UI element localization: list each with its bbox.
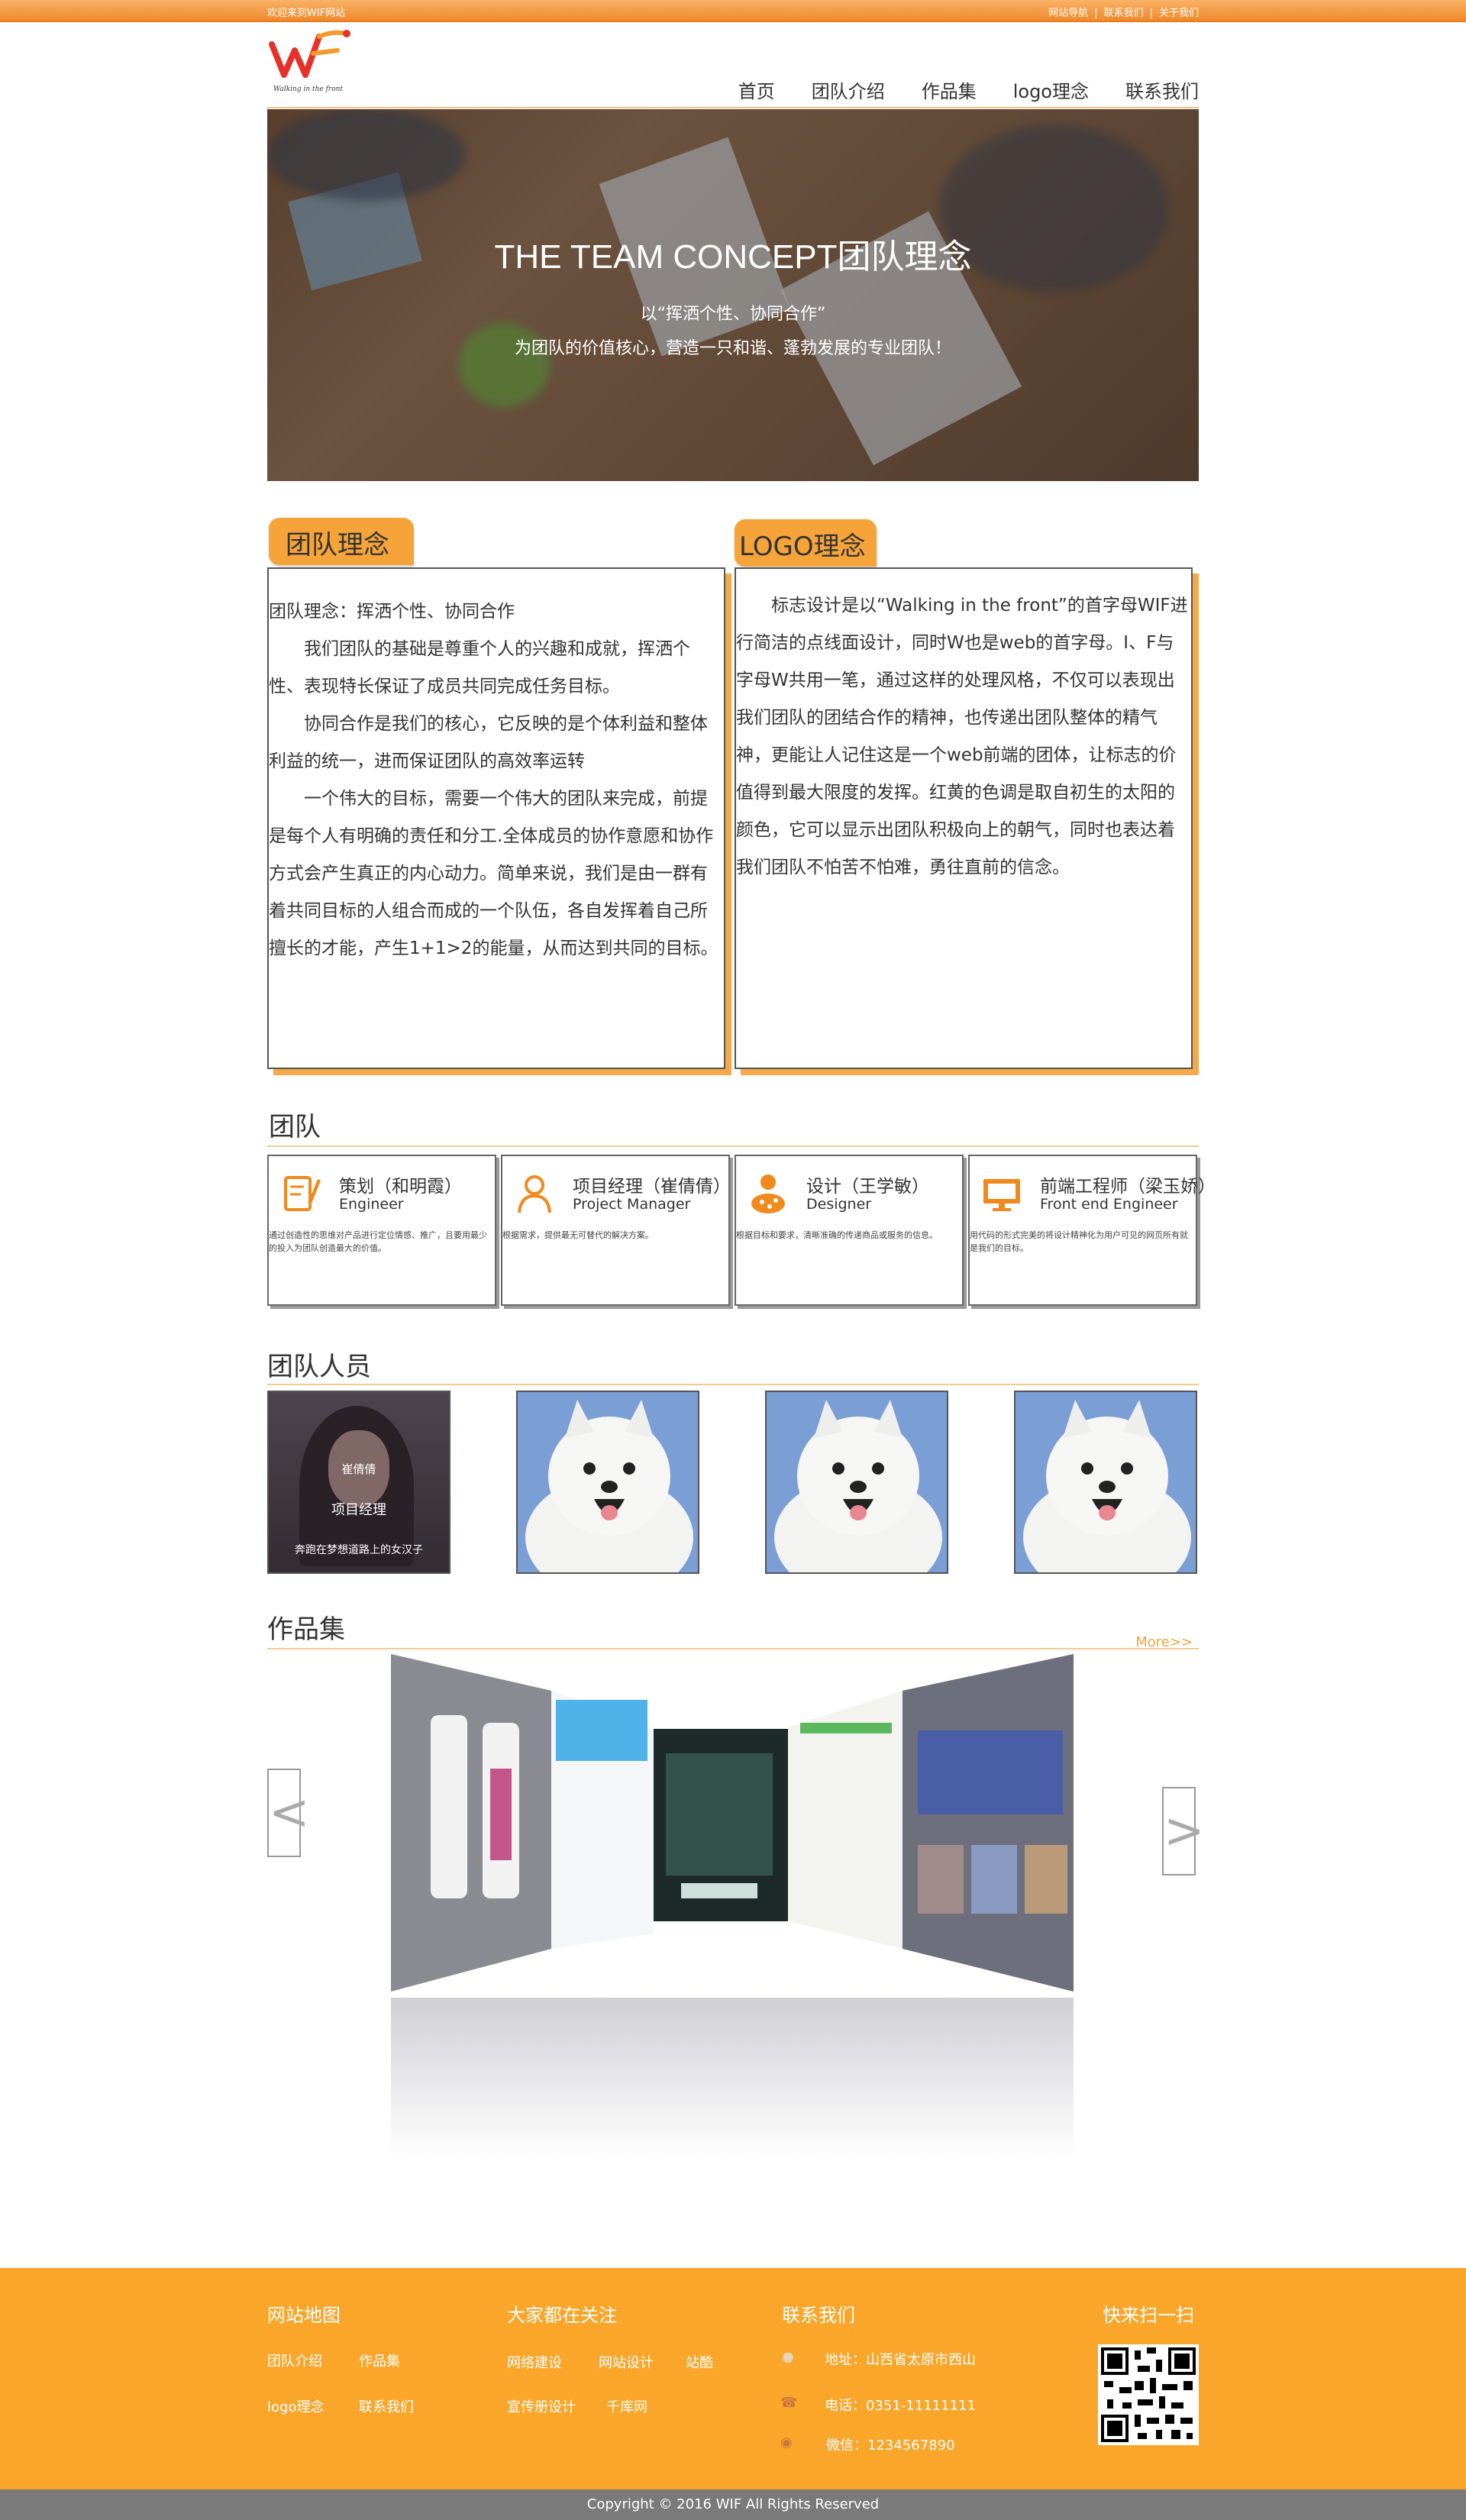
carousel-images [391,1654,1074,1992]
footer-link[interactable]: 作品集 [359,2350,400,2370]
works-heading: 作品集 [267,1614,345,1645]
nav-contact[interactable]: 联系我们 [1125,76,1199,103]
dog-photo [518,1392,698,1572]
logo-concept-box: 标志设计是以“Walking in the front”的首字母WIF进行简洁的… [735,567,1193,1069]
contact-link[interactable]: 联系我们 [1104,8,1144,19]
concept-paragraph: 我们团队的基础是尊重个人的兴趣和成就，挥洒个性、表现特长保证了成员共同完成任务目… [269,639,690,696]
top-links: 网站导航 | 联系我们 | 关于我们 [1048,8,1199,19]
hero-line-1: 以“挥洒个性、协同合作” [640,305,826,324]
monitor-icon [983,1179,1020,1211]
copyright: Copyright © 2016 WIF All Rights Reserved [0,2489,1466,2520]
concept-paragraph: 一个伟大的目标，需要一个伟大的团队来完成，前提是每个人有明确的责任和分工.全体成… [269,789,718,958]
role-en: Designer [806,1196,872,1213]
member-name: 崔倩倩 [341,1462,376,1476]
footer: 网站地图 团队介绍 作品集 logo理念 联系我们 大家都在关注 网络建设 网站… [0,2268,1466,2489]
role-card[interactable]: 项目经理（崔倩倩） Project Manager 根据需求，提供最无可替代的解… [501,1155,731,1306]
qr-code [1098,2344,1199,2445]
dog-photo [767,1392,947,1572]
top-bar: 欢迎来到WIF网站 网站导航 | 联系我们 | 关于我们 [0,0,1466,22]
footer-link[interactable]: logo理念 [267,2396,324,2416]
nav-works[interactable]: 作品集 [922,76,977,103]
carousel-reflection [391,1998,1074,2158]
logo-concept-text: 标志设计是以“Walking in the front”的首字母WIF进行简洁的… [736,596,1188,877]
main-nav: 首页 团队介绍 作品集 logo理念 联系我们 [702,76,1199,103]
wif-logo[interactable]: Walking in the front [267,27,354,98]
footer-phone: 电话：0351-11111111 [825,2398,976,2414]
concept-paragraph: 团队理念：挥洒个性、协同合作 [269,602,515,622]
hero-title: THE TEAM CONCEPT团队理念 [494,238,972,276]
role-desc: 根据需求，提供最无可替代的解决方案。 [502,1230,654,1240]
member-motto: 奔跑在梦想道路上的女汉子 [295,1544,423,1556]
welcome-text: 欢迎来到WIF网站 [267,8,346,19]
location-icon: ● [782,2349,794,2365]
role-en: Engineer [339,1196,404,1213]
role-title: 策划（和明霞） [339,1177,462,1197]
footer-link[interactable]: 网站设计 [599,2352,654,2372]
footer-focus-title: 大家都在关注 [507,2305,617,2326]
member-card[interactable] [1014,1391,1197,1574]
footer-link[interactable]: 宣传册设计 [507,2396,576,2416]
role-card[interactable]: 前端工程师（梁玉娇） Front end Engineer 用代码的形式完美的将… [968,1155,1216,1306]
role-en: Project Manager [573,1196,691,1213]
role-title: 项目经理（崔倩倩） [573,1177,731,1197]
member-role: 项目经理 [331,1502,386,1518]
footer-link[interactable]: 千库网 [606,2396,647,2416]
about-link[interactable]: 关于我们 [1159,8,1199,19]
nav-logo-concept[interactable]: logo理念 [1013,76,1089,103]
role-title: 设计（王学敏） [806,1177,929,1197]
wif-logo-mark [269,30,350,78]
phone-icon: ☎ [780,2395,798,2411]
dog-photo [1016,1392,1196,1572]
concept-paragraph: 协同合作是我们的核心，它反映的是个体利益和整体利益的统一，进而保证团队的高效率运… [269,714,708,771]
footer-link[interactable]: 团队介绍 [267,2350,322,2370]
role-card[interactable]: 策划（和明霞） Engineer 通过创造性的思维对产品进行定位情感、推广，且要… [267,1155,496,1306]
pen-paper-icon [284,1176,321,1211]
palette-user-icon [751,1174,785,1213]
wechat-icon: ◉ [780,2434,793,2451]
footer-wechat: 微信：1234567890 [826,2438,955,2454]
carousel-prev-button[interactable]: < [267,1769,310,1857]
footer-link[interactable]: 网络建设 [507,2352,562,2372]
footer-link[interactable]: 联系我们 [359,2396,414,2416]
carousel-next-button[interactable]: > [1162,1787,1205,1875]
hero-banner: THE TEAM CONCEPT团队理念 以“挥洒个性、协同合作” 为团队的价值… [267,109,1199,481]
site-nav-link[interactable]: 网站导航 [1048,8,1088,19]
role-card[interactable]: 设计（王学敏） Designer 根据目标和要求，清晰准确的传递商品或服务的信息… [735,1155,964,1306]
role-title: 前端工程师（梁玉娇） [1040,1177,1216,1197]
footer-contact-title: 联系我们 [782,2305,855,2326]
member-card[interactable] [516,1391,699,1574]
role-desc: 用代码的形式完美的将设计精神化为用户可见的网页所有就是我们的目标。 [970,1230,1188,1253]
nav-divider [267,107,1199,108]
member-card[interactable] [765,1391,948,1574]
members-heading: 团队人员 [267,1352,371,1382]
role-desc: 根据目标和要求，清晰准确的传递商品或服务的信息。 [736,1230,938,1240]
nav-home[interactable]: 首页 [738,76,775,103]
logo-tagline: Walking in the front [273,86,344,93]
footer-scan-title: 快来扫一扫 [1103,2305,1194,2326]
footer-link[interactable]: 站酷 [686,2352,713,2372]
hero-line-2: 为团队的价值核心，营造一只和谐、蓬勃发展的专业团队！ [514,339,951,358]
member-card[interactable]: 崔倩倩 项目经理 奔跑在梦想道路上的女汉子 [267,1391,450,1574]
user-icon [518,1175,551,1213]
role-en: Front end Engineer [1040,1196,1178,1213]
team-concept-tab: 团队理念 [269,518,414,565]
team-heading: 团队 [269,1112,321,1142]
footer-address: 地址：山西省太原市西山 [825,2352,976,2368]
works-carousel[interactable] [391,1654,1074,1998]
nav-team[interactable]: 团队介绍 [812,76,885,103]
role-desc: 通过创造性的思维对产品进行定位情感、推广，且要用最少的投入为团队创造最大的价值。 [269,1230,487,1253]
team-concept-box: 团队理念：挥洒个性、协同合作 我们团队的基础是尊重个人的兴趣和成就，挥洒个性、表… [267,567,725,1069]
footer-sitemap-title: 网站地图 [267,2305,341,2326]
logo-concept-tab: LOGO理念 [735,519,877,567]
